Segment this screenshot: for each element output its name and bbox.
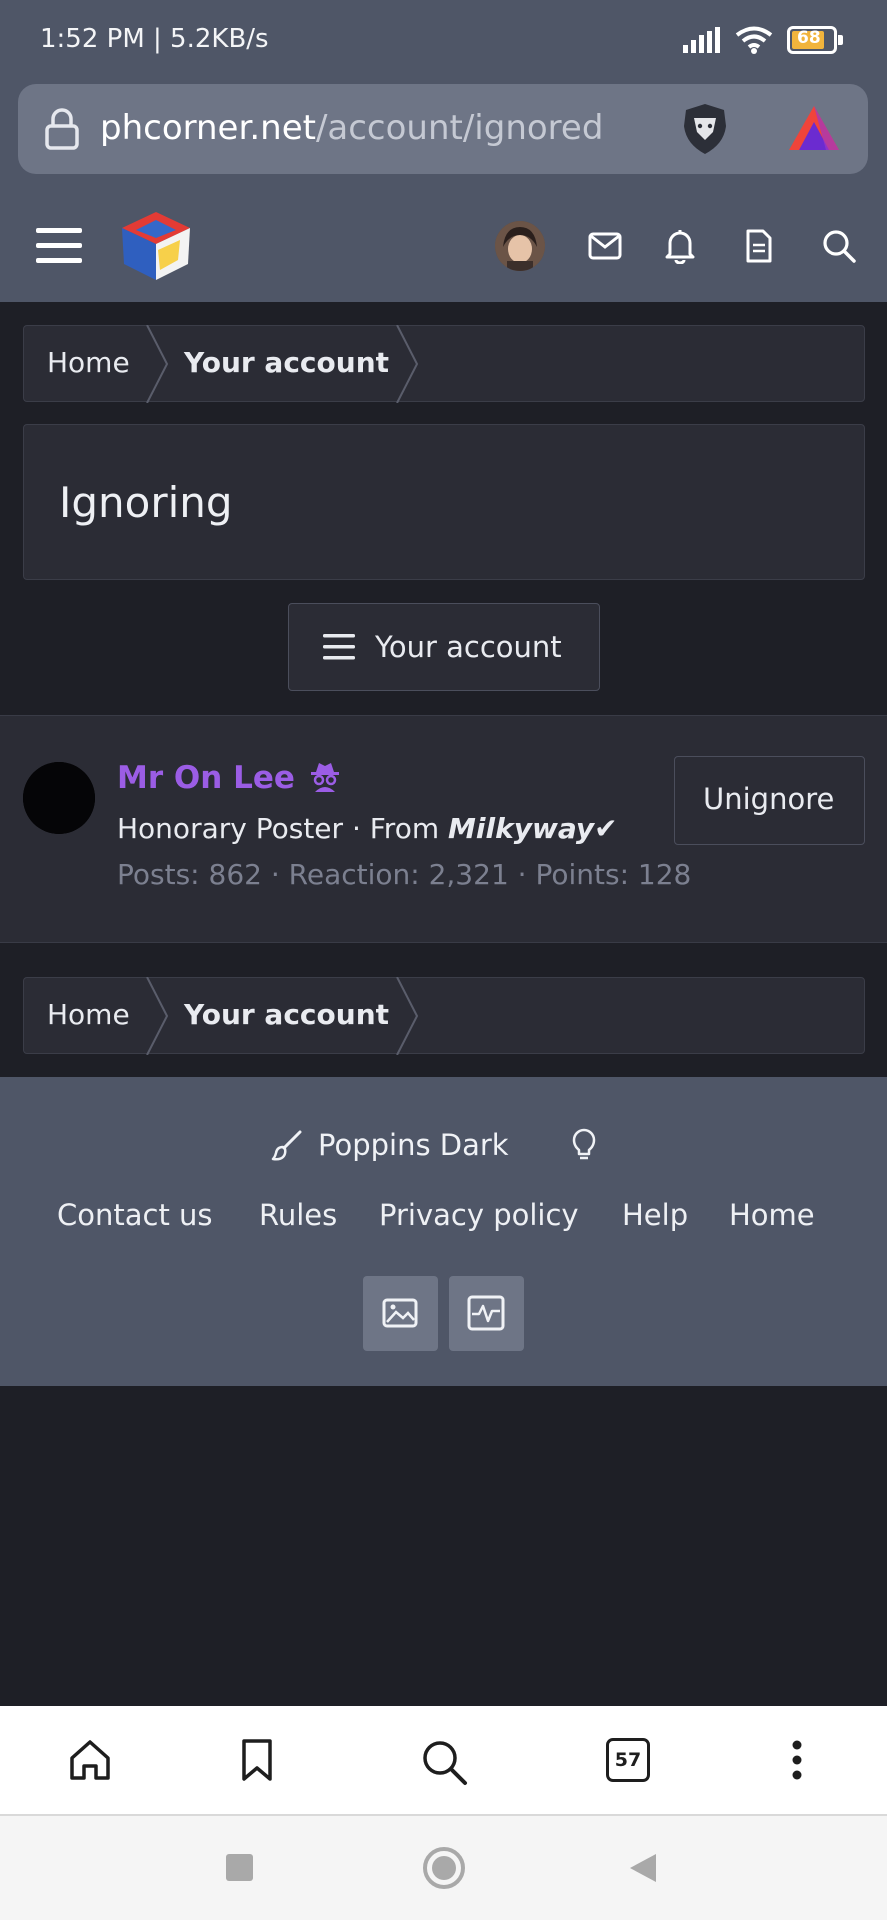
lock-icon	[45, 108, 79, 150]
tabs-icon[interactable]: 57	[606, 1738, 650, 1782]
signal-icon	[683, 27, 720, 53]
footer-link-privacy[interactable]: Privacy policy	[379, 1198, 579, 1232]
image-icon	[382, 1298, 418, 1328]
page-title: Ignoring	[59, 478, 233, 527]
avatar[interactable]	[495, 221, 545, 271]
document-icon[interactable]	[745, 228, 773, 264]
battery-level: 68	[797, 28, 821, 48]
home-button-icon[interactable]	[423, 1847, 465, 1889]
breadcrumb-separator	[146, 977, 169, 1055]
battery-icon: 68	[787, 26, 843, 54]
status-time: 1:52 PM | 5.2KB/s	[40, 24, 269, 54]
unignore-button-label: Unignore	[703, 782, 835, 816]
style-chooser[interactable]: Poppins Dark	[318, 1128, 509, 1162]
breadcrumb-home[interactable]: Home	[47, 346, 130, 379]
your-account-button-label: Your account	[375, 630, 562, 664]
footer-link-help[interactable]: Help	[622, 1198, 688, 1232]
menu-icon[interactable]	[36, 226, 82, 266]
incognito-badge-icon	[310, 763, 339, 792]
bell-icon[interactable]	[664, 228, 696, 264]
brave-rewards-icon[interactable]	[787, 104, 841, 152]
more-icon[interactable]	[791, 1740, 803, 1780]
breadcrumb-separator	[396, 325, 419, 403]
breadcrumb-current[interactable]: Your account	[184, 998, 389, 1031]
paintbrush-icon[interactable]	[271, 1129, 303, 1161]
brave-shields-icon[interactable]	[680, 102, 730, 156]
user-title: Honorary Poster · From Milkyway✔	[117, 812, 618, 845]
search-icon[interactable]	[420, 1738, 468, 1786]
breadcrumb-home[interactable]: Home	[47, 998, 130, 1031]
breadcrumb-separator	[396, 977, 419, 1055]
status-icons: 68	[683, 26, 843, 54]
footer-link-rules[interactable]: Rules	[259, 1198, 337, 1232]
image-button[interactable]	[363, 1276, 438, 1351]
recents-icon[interactable]	[226, 1854, 253, 1881]
username-link[interactable]: Mr On Lee	[117, 760, 340, 796]
activity-icon	[467, 1295, 505, 1331]
menu-icon	[323, 634, 355, 660]
user-location: Milkyway✔	[448, 812, 618, 845]
user-avatar[interactable]	[23, 762, 95, 834]
bookmark-icon[interactable]	[240, 1738, 274, 1782]
user-stats: Posts: 862 · Reaction: 2,321 · Points: 1…	[117, 858, 692, 891]
back-icon[interactable]	[628, 1852, 658, 1884]
footer-link-contact[interactable]: Contact us	[57, 1198, 213, 1232]
breadcrumb-current[interactable]: Your account	[184, 346, 389, 379]
tab-count: 57	[614, 1749, 642, 1771]
search-icon[interactable]	[822, 229, 856, 263]
lightbulb-icon[interactable]	[571, 1128, 597, 1162]
site-logo[interactable]	[118, 208, 194, 284]
url-text[interactable]: phcorner.net/account/ignored	[100, 108, 603, 148]
footer-link-home[interactable]: Home	[729, 1198, 815, 1232]
wifi-icon	[735, 26, 773, 54]
mail-icon[interactable]	[588, 232, 622, 260]
home-icon[interactable]	[68, 1738, 112, 1782]
breadcrumb-separator	[146, 325, 169, 403]
activity-button[interactable]	[449, 1276, 524, 1351]
